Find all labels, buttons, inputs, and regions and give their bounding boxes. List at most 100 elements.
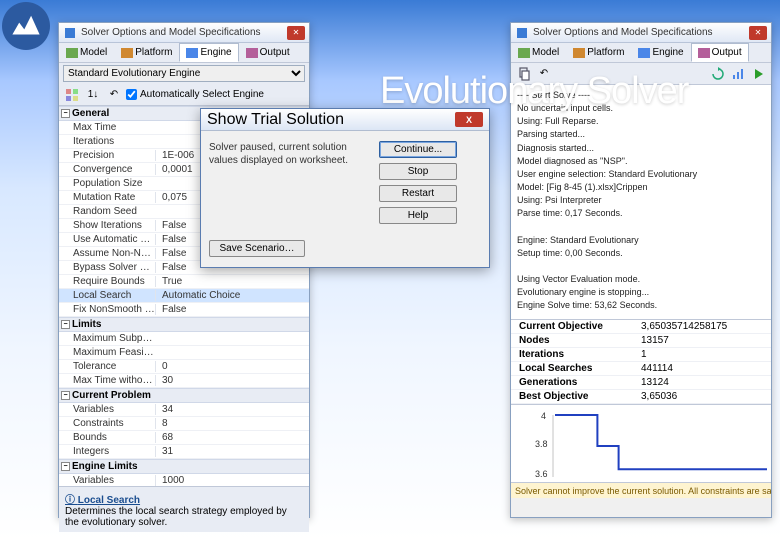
property-description: ⓘ Local Search Determines the local sear… xyxy=(59,486,309,532)
property-row[interactable]: Fix NonSmooth VariablesFalse xyxy=(59,303,309,317)
property-label: Require Bounds xyxy=(59,276,155,287)
property-row[interactable]: Tolerance0 xyxy=(59,360,309,374)
property-label: Constraints xyxy=(59,418,155,429)
property-row[interactable]: Variables1000 xyxy=(59,474,309,486)
play-icon[interactable] xyxy=(749,65,767,83)
engine-toolbar: 1↓ ↶ Automatically Select Engine xyxy=(59,84,309,106)
property-value[interactable]: 68 xyxy=(155,432,309,443)
property-value[interactable]: 1000 xyxy=(155,475,309,486)
property-label: Convergence xyxy=(59,164,155,175)
close-icon[interactable]: ✕ xyxy=(287,26,305,40)
tab-model[interactable]: Model xyxy=(59,43,114,62)
property-label: Bypass Solver Reports xyxy=(59,262,155,273)
refresh-icon[interactable] xyxy=(709,65,727,83)
property-value[interactable]: True xyxy=(155,276,309,287)
property-row[interactable]: Constraints8 xyxy=(59,417,309,431)
tab-platform-label: Platform xyxy=(135,47,172,58)
property-row[interactable]: Max Time without Imp…30 xyxy=(59,374,309,388)
objective-chart: 4 3.8 3.6 xyxy=(511,404,771,482)
window-title: Solver Options and Model Specifications xyxy=(81,27,287,38)
restart-button[interactable]: Restart xyxy=(379,185,457,202)
section-limits[interactable]: −Limits xyxy=(59,317,309,332)
desc-title: Local Search xyxy=(78,495,140,506)
property-label: Maximum Feasible Sol… xyxy=(59,347,155,358)
tab-output-label: Output xyxy=(260,47,290,58)
property-row[interactable]: Integers31 xyxy=(59,445,309,459)
dialog-close-icon[interactable]: X xyxy=(455,112,483,127)
help-button[interactable]: Help xyxy=(379,207,457,224)
save-scenario-button[interactable]: Save Scenario… xyxy=(209,240,305,257)
tab-engine-label: Engine xyxy=(200,47,231,58)
tab-output[interactable]: Output xyxy=(239,43,297,62)
collapse-icon[interactable]: − xyxy=(61,109,70,118)
property-row[interactable]: Bounds68 xyxy=(59,431,309,445)
section-engine-limits[interactable]: −Engine Limits xyxy=(59,459,309,474)
stat-row: Nodes13157 xyxy=(511,334,771,348)
property-row[interactable]: Variables34 xyxy=(59,403,309,417)
property-label: Random Seed xyxy=(59,206,155,217)
tab-engine[interactable]: Engine xyxy=(631,43,690,62)
undo-icon[interactable]: ↶ xyxy=(105,86,123,104)
dialog-titlebar: Show Trial Solution X xyxy=(201,109,489,131)
property-value[interactable]: 31 xyxy=(155,446,309,457)
desc-text: Determines the local search strategy emp… xyxy=(65,506,287,528)
stat-label: Iterations xyxy=(511,349,641,360)
collapse-icon[interactable]: − xyxy=(61,391,70,400)
auto-select-engine-input[interactable] xyxy=(126,89,137,100)
stat-row: Iterations1 xyxy=(511,348,771,362)
property-label: Mutation Rate xyxy=(59,192,155,203)
property-row[interactable]: Maximum Feasible Sol… xyxy=(59,346,309,360)
auto-select-engine-checkbox[interactable]: Automatically Select Engine xyxy=(126,89,264,100)
continue-button[interactable]: Continue... xyxy=(379,141,457,158)
window-title: Solver Options and Model Specifications xyxy=(533,27,749,38)
stat-row: Generations13124 xyxy=(511,376,771,390)
tab-model-label: Model xyxy=(80,47,107,58)
collapse-icon[interactable]: − xyxy=(61,320,70,329)
output-log: ---- Start Solve ---- No uncertain input… xyxy=(511,85,771,319)
svg-text:3.8: 3.8 xyxy=(535,439,548,449)
property-value[interactable]: 34 xyxy=(155,404,309,415)
property-value[interactable]: False xyxy=(155,304,309,315)
stat-row: Local Searches441114 xyxy=(511,362,771,376)
stat-row: Best Objective3,65036 xyxy=(511,390,771,404)
engine-icon xyxy=(186,48,198,58)
tab-engine[interactable]: Engine xyxy=(179,43,238,62)
tab-output[interactable]: Output xyxy=(691,43,749,62)
output-stats: Current Objective3,65035714258175Nodes13… xyxy=(511,319,771,404)
property-value[interactable]: Automatic Choice xyxy=(155,290,309,301)
property-label: Assume Non-Negative xyxy=(59,248,155,259)
tab-model[interactable]: Model xyxy=(511,43,566,62)
status-bar: Solver cannot improve the current soluti… xyxy=(511,482,771,498)
property-label: Integers xyxy=(59,446,155,457)
platform-icon xyxy=(121,48,133,58)
property-label: Show Iterations xyxy=(59,220,155,231)
dialog-message: Solver paused, current solution values d… xyxy=(209,141,369,224)
sort-icon[interactable]: 1↓ xyxy=(84,86,102,104)
stop-button[interactable]: Stop xyxy=(379,163,457,180)
close-icon[interactable]: ✕ xyxy=(749,26,767,40)
collapse-icon[interactable]: − xyxy=(61,462,70,471)
titlebar: Solver Options and Model Specifications … xyxy=(511,23,771,43)
property-value[interactable]: 0 xyxy=(155,361,309,372)
engine-select[interactable]: Standard Evolutionary Engine xyxy=(63,65,305,82)
dialog-title: Show Trial Solution xyxy=(207,111,344,129)
property-label: Variables xyxy=(59,404,155,415)
property-label: Tolerance xyxy=(59,361,155,372)
tab-platform[interactable]: Platform xyxy=(114,43,179,62)
auto-select-engine-label: Automatically Select Engine xyxy=(140,89,264,100)
property-row[interactable]: Local SearchAutomatic Choice xyxy=(59,289,309,303)
tabs: Model Platform Engine Output xyxy=(59,43,309,63)
titlebar: Solver Options and Model Specifications … xyxy=(59,23,309,43)
property-row[interactable]: Require BoundsTrue xyxy=(59,275,309,289)
model-icon xyxy=(66,48,78,58)
window-icon xyxy=(515,26,529,40)
tab-platform[interactable]: Platform xyxy=(566,43,631,62)
property-label: Iterations xyxy=(59,136,155,147)
chart-icon[interactable] xyxy=(729,65,747,83)
property-row[interactable]: Maximum Subproblems xyxy=(59,332,309,346)
categorize-icon[interactable] xyxy=(63,86,81,104)
stat-value: 13157 xyxy=(641,335,771,346)
property-value[interactable]: 8 xyxy=(155,418,309,429)
property-value[interactable]: 30 xyxy=(155,375,309,386)
section-current-problem[interactable]: −Current Problem xyxy=(59,388,309,403)
